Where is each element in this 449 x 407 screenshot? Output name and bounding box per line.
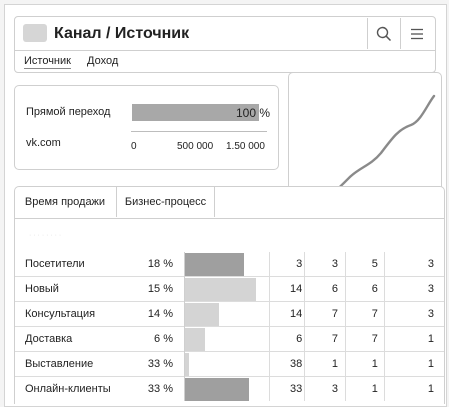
page-title: Канал / Источник (54, 25, 190, 42)
subtab-source[interactable]: Источник (24, 54, 71, 69)
row-value: 7 (345, 326, 385, 352)
axis-tick: 1.50 000 (226, 141, 265, 152)
row-value: 6 (304, 276, 346, 302)
row-value: 1 (345, 376, 385, 401)
row-value: 14 (269, 301, 305, 327)
row-name: Посетители (25, 258, 85, 270)
row-value: 3 (383, 301, 444, 327)
row-value: 3 (383, 252, 444, 277)
row-bar-cell (183, 301, 270, 327)
row-percent: 6 % (134, 326, 185, 352)
table-card: Время продажи Бизнес-процесс · · · · · ·… (14, 186, 445, 404)
menu-button[interactable] (400, 18, 433, 49)
row-name: Онлайн-клиенты (15, 376, 135, 401)
row-value: 1 (345, 351, 385, 377)
axis-tick: 500 000 (177, 141, 214, 152)
app-logo (23, 24, 47, 42)
row-bar (185, 328, 205, 351)
axis-line (131, 131, 267, 132)
row-bar-cell (183, 326, 270, 352)
header-divider (15, 50, 435, 51)
row-value: 3 (304, 376, 346, 401)
summary-row-label: vk.com (26, 137, 61, 149)
row-bar (185, 353, 189, 376)
row-bar-cell (183, 351, 270, 377)
row-value: 7 (304, 326, 346, 352)
table-row[interactable]: Посетители 18 % 3 3 5 3 (15, 252, 444, 277)
funnel-table: Посетители 18 % 3 3 5 3 Новый 15 % 14 6 6 3 Консульт… (15, 252, 444, 401)
header-card: Канал / Источник Источник Доход (14, 16, 436, 73)
row-value: 6 (269, 326, 305, 352)
row-bar (185, 303, 220, 326)
row-value: 1 (383, 376, 444, 401)
search-button[interactable] (367, 18, 400, 49)
table-row[interactable]: Новый 15 % 14 6 6 3 (15, 276, 444, 302)
faint-caption: · · · · · · · · (29, 232, 62, 239)
row-name: Новый (15, 276, 135, 302)
table-row[interactable]: Консультация 14 % 14 7 7 3 (15, 301, 444, 327)
row-name: Выставление (15, 351, 135, 377)
row-value: 38 (269, 351, 305, 377)
table-row[interactable]: Онлайн-клиенты 33 % 33 3 1 1 (15, 376, 444, 401)
row-percent: 15 % (134, 276, 185, 302)
row-percent: 18 % (147, 258, 173, 270)
row-bar (185, 378, 249, 401)
row-bar (185, 278, 256, 301)
row-value: 1 (383, 326, 444, 352)
row-percent: 33 % (134, 376, 185, 401)
row-percent: 14 % (134, 301, 185, 327)
row-value: 3 (304, 252, 346, 277)
tabs-divider (15, 218, 444, 219)
axis-tick: 0 (131, 141, 137, 152)
row-value: 14 (269, 276, 305, 302)
subtab-revenue[interactable]: Доход (87, 54, 118, 68)
row-value: 33 (269, 376, 305, 401)
search-icon (376, 26, 392, 41)
row-value: 5 (345, 252, 385, 277)
summary-row-label: Прямой переход (26, 106, 111, 118)
table-row[interactable]: Доставка 6 % 6 7 7 1 (15, 326, 444, 352)
menu-icon (411, 28, 423, 39)
row-value: 3 (383, 276, 444, 302)
tab-business-process[interactable]: Бизнес-процесс (116, 187, 215, 217)
tab-sale-time[interactable]: Время продажи (15, 187, 115, 217)
table-row[interactable]: Выставление 33 % 38 1 1 1 (15, 351, 444, 377)
summary-percent: 100 % (236, 106, 271, 120)
row-value: 1 (304, 351, 346, 377)
row-bar-cell (183, 252, 270, 277)
row-bar-cell (183, 376, 270, 401)
row-bar (185, 253, 244, 276)
row-name: Доставка (15, 326, 135, 352)
row-value: 7 (304, 301, 346, 327)
row-percent: 33 % (134, 351, 185, 377)
row-value: 6 (345, 276, 385, 302)
row-value: 3 (269, 252, 305, 277)
row-name: Консультация (15, 301, 135, 327)
row-value: 1 (383, 351, 444, 377)
summary-card: Прямой переход 100 % vk.com 0 500 000 1.… (14, 85, 279, 170)
row-value: 7 (345, 301, 385, 327)
row-bar-cell (183, 276, 270, 302)
